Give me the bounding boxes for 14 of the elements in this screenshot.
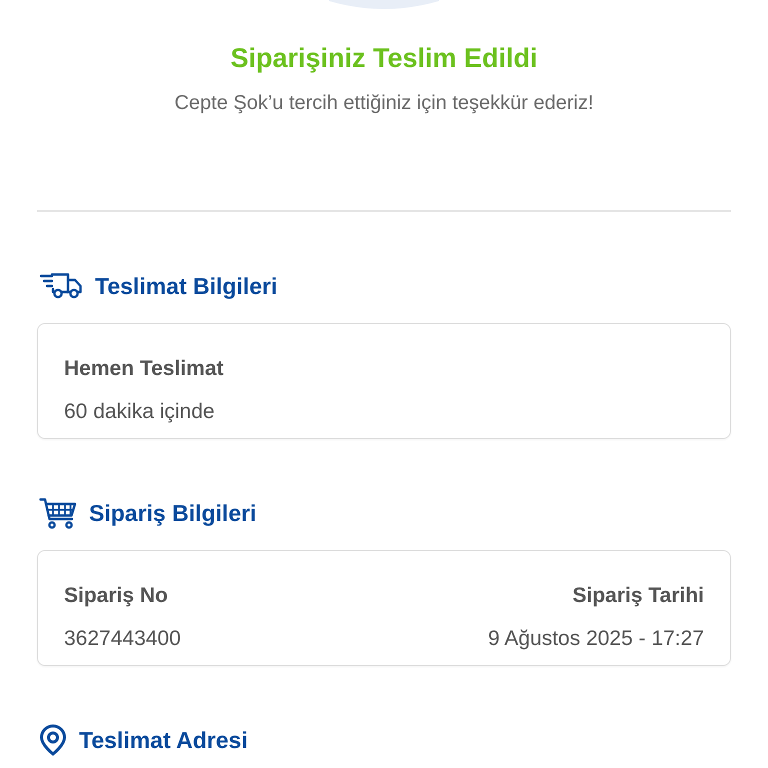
- info-label: Sipariş Tarihi: [572, 583, 704, 609]
- info-value: 9 Ağustos 2025 - 17:27: [488, 626, 704, 652]
- shopping-cart-icon: [39, 497, 77, 529]
- section-title: Teslimat Bilgileri: [95, 272, 278, 301]
- success-title: Siparişiniz Teslim Edildi: [230, 42, 538, 75]
- info-value: 3627443400: [64, 626, 181, 652]
- info-label: Sipariş No: [64, 583, 168, 609]
- info-label: Hemen Teslimat: [64, 356, 224, 382]
- info-value: 60 dakika içinde: [64, 399, 215, 425]
- thank-you-text: Cepte Şok’u tercih ettiğiniz için teşekkür ederiz!: [174, 91, 594, 116]
- section-title: Sipariş Bilgileri: [89, 499, 256, 528]
- location-pin-icon: [39, 724, 67, 756]
- delivery-truck-icon: [39, 272, 83, 300]
- section-title: Teslimat Adresi: [79, 726, 248, 755]
